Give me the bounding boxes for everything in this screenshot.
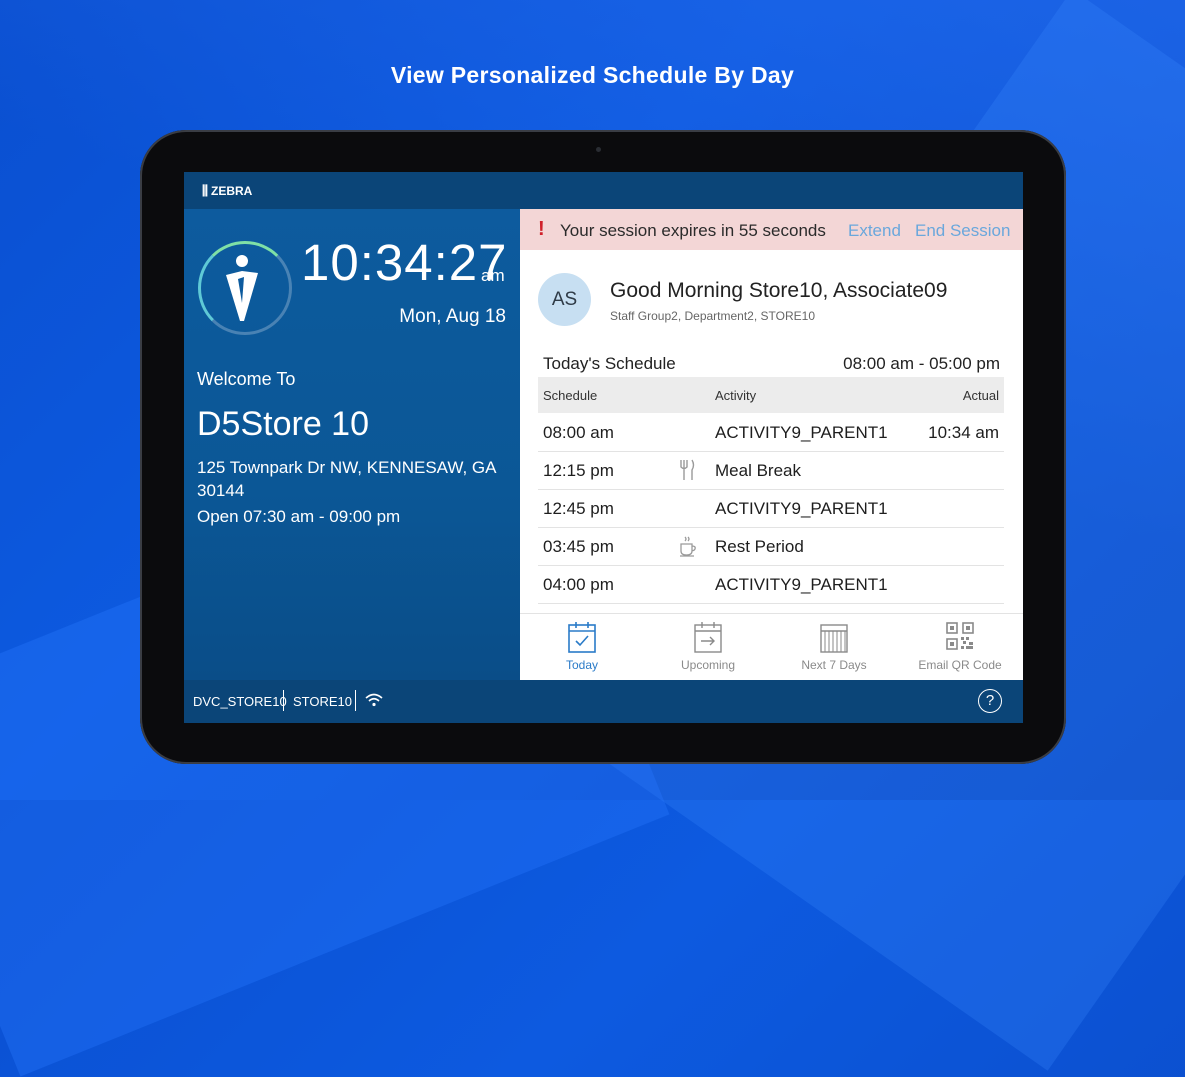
store-panel: 10:34:27 am Mon, Aug 18 Welcome To D5Sto… (184, 209, 520, 680)
col-actual: Actual (962, 388, 999, 403)
clock-ampm: am (481, 266, 505, 285)
end-session-button[interactable]: End Session (915, 221, 1010, 241)
row-activity: ACTIVITY9_PARENT1 (715, 575, 888, 594)
bottom-tab-bar: Today Upcoming Next 7 Days Email QR Code (520, 613, 1023, 681)
store-id: STORE10 (293, 694, 353, 709)
qr-code-icon (946, 622, 974, 650)
row-time: 03:45 pm (543, 537, 614, 556)
extend-session-button[interactable]: Extend (848, 221, 901, 241)
row-actual: 10:34 am (928, 423, 999, 442)
greeting-text: Good Morning Store10, Associate09 (610, 279, 948, 302)
camera-dot (596, 147, 601, 152)
top-bar: ⫼ ZEBRA (184, 172, 1023, 209)
schedule-panel: ! Your session expires in 55 seconds Ext… (520, 209, 1023, 681)
row-activity: ACTIVITY9_PARENT1 (715, 423, 888, 442)
session-banner: ! Your session expires in 55 seconds Ext… (520, 209, 1023, 250)
table-row[interactable]: 04:00 pm ACTIVITY9_PARENT1 (538, 565, 1004, 604)
brand-name: ZEBRA (210, 184, 253, 198)
utensils-icon (680, 459, 695, 480)
coffee-cup-icon (680, 536, 696, 557)
status-footer: DVC_STORE10 STORE10 ? (184, 680, 1023, 723)
table-row[interactable]: 03:45 pm Rest Period (538, 527, 1004, 566)
table-row[interactable]: 12:15 pm Meal Break (538, 451, 1004, 490)
help-button[interactable]: ? (978, 689, 1002, 713)
page-headline: View Personalized Schedule By Day (390, 62, 795, 88)
tab-upcoming[interactable]: Upcoming (648, 620, 768, 672)
store-hours: Open 07:30 am - 09:00 pm (197, 507, 401, 526)
table-row[interactable]: 08:00 am ACTIVITY9_PARENT1 10:34 am (538, 413, 1004, 452)
row-activity: Rest Period (715, 537, 804, 556)
user-groups: Staff Group2, Department2, STORE10 (610, 309, 815, 323)
device-id: DVC_STORE10 (193, 694, 287, 709)
app-screen: ⫼ ZEBRA 10:34:27 am Mon, Aug 18 Welcome … (184, 172, 1023, 723)
calendar-arrow-icon (694, 622, 722, 653)
store-name: D5Store 10 (197, 405, 369, 443)
row-time: 12:15 pm (543, 461, 614, 480)
col-schedule: Schedule (543, 388, 598, 403)
row-time: 12:45 pm (543, 499, 614, 518)
session-message: Your session expires in 55 seconds (560, 221, 826, 240)
clock-date: Mon, Aug 18 (399, 306, 506, 327)
wifi-icon (365, 693, 383, 707)
divider (283, 690, 284, 711)
tab-label: Today (565, 658, 599, 672)
row-time: 04:00 pm (543, 575, 614, 594)
tab-today[interactable]: Today (522, 620, 642, 672)
tab-label: Upcoming (680, 658, 736, 672)
clock-time: 10:34:27 (301, 234, 508, 291)
schedule-table-header: Schedule Activity Actual (538, 377, 1004, 413)
col-activity: Activity (715, 388, 757, 403)
row-time: 08:00 am (543, 423, 614, 442)
row-activity: Meal Break (715, 461, 801, 480)
avatar: AS (538, 273, 591, 326)
tab-label: Email QR Code (918, 658, 1002, 672)
row-activity: ACTIVITY9_PARENT1 (715, 499, 888, 518)
calendar-week-icon (820, 624, 848, 653)
table-row[interactable]: 12:45 pm ACTIVITY9_PARENT1 (538, 489, 1004, 528)
divider (355, 690, 356, 711)
store-address: 125 Townpark Dr NW, KENNESAW, GA 30144 (197, 458, 496, 500)
welcome-label: Welcome To (197, 369, 296, 389)
tab-next-7-days[interactable]: Next 7 Days (774, 620, 894, 672)
associate-figure-icon (226, 255, 258, 321)
schedule-range: 08:00 am - 05:00 pm (843, 354, 1000, 373)
zebra-logo-icon: ⫼ (202, 183, 208, 198)
schedule-title: Today's Schedule (543, 354, 676, 373)
warning-icon: ! (538, 218, 545, 240)
brand-logo: ⫼ ZEBRA (202, 183, 252, 199)
tab-email-qr-code[interactable]: Email QR Code (900, 620, 1020, 672)
tab-label: Next 7 Days (801, 658, 867, 672)
calendar-check-icon (568, 622, 596, 653)
